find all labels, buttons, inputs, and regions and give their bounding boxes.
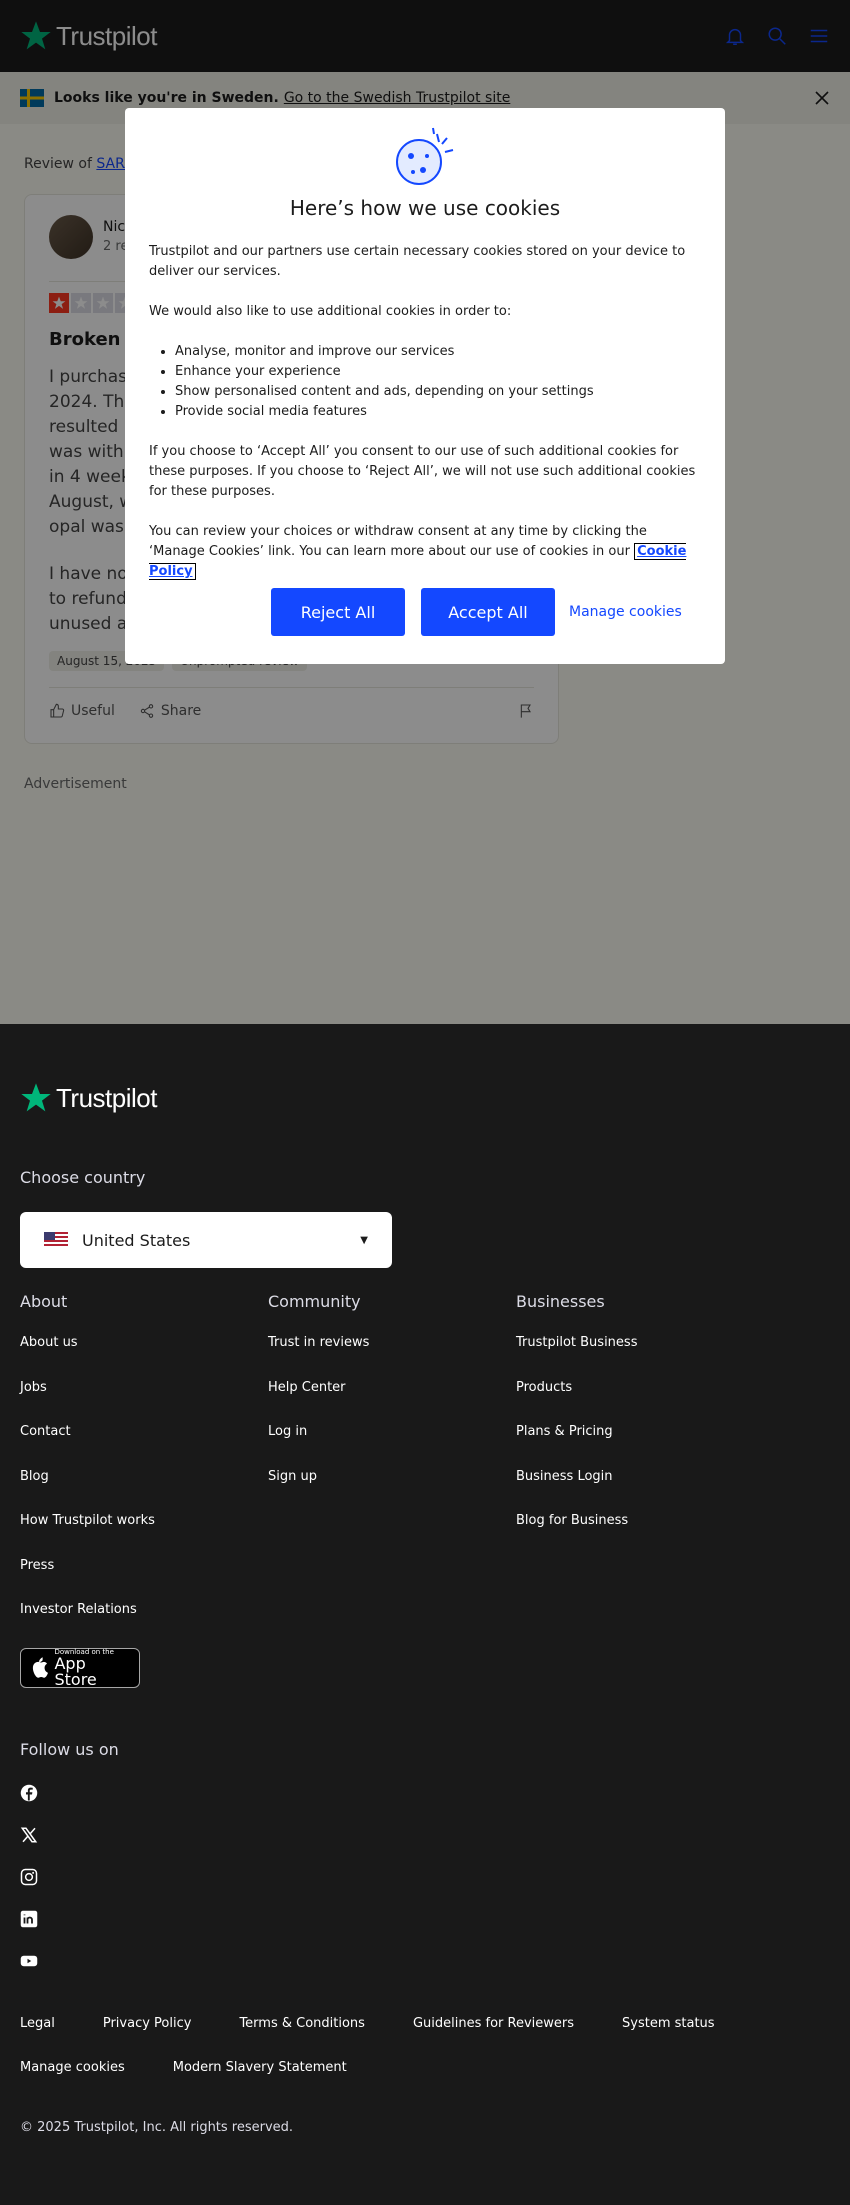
footer-businesses: Businesses Trustpilot Business Products … bbox=[516, 1292, 637, 1558]
footer-link[interactable]: Blog for Business bbox=[516, 1513, 637, 1558]
us-flag-icon bbox=[44, 1232, 68, 1248]
footer-link[interactable]: How Trustpilot works bbox=[20, 1513, 155, 1558]
accept-all-button[interactable]: Accept All bbox=[421, 588, 555, 636]
footer-link[interactable]: Contact bbox=[20, 1424, 155, 1469]
country-select[interactable]: United States ▼ bbox=[20, 1212, 392, 1268]
footer-link[interactable]: Sign up bbox=[268, 1469, 369, 1514]
modal-title: Here’s how we use cookies bbox=[289, 196, 561, 220]
footer-link[interactable]: Guidelines for Reviewers bbox=[413, 2016, 574, 2031]
legal-links-2: Manage cookies Modern Slavery Statement bbox=[20, 2060, 347, 2075]
star-logo-icon bbox=[21, 1083, 51, 1112]
footer-community: Community Trust in reviews Help Center L… bbox=[268, 1292, 369, 1513]
reject-all-button[interactable]: Reject All bbox=[271, 588, 405, 636]
facebook-icon[interactable] bbox=[20, 1784, 38, 1802]
footer-link[interactable]: System status bbox=[622, 2016, 715, 2031]
modal-paragraph: If you choose to ‘Accept All’ you consen… bbox=[149, 444, 696, 499]
instagram-icon[interactable] bbox=[20, 1868, 38, 1886]
list-item: Analyse, monitor and improve our service… bbox=[175, 342, 701, 362]
apple-icon bbox=[32, 1657, 48, 1678]
footer-link[interactable]: Log in bbox=[268, 1424, 369, 1469]
modal-paragraph: You can review your choices or withdraw … bbox=[149, 524, 687, 580]
copyright: © 2025 Trustpilot, Inc. All rights reser… bbox=[20, 2120, 294, 2135]
footer-link[interactable]: Privacy Policy bbox=[103, 2016, 192, 2031]
footer-link[interactable]: Trust in reviews bbox=[268, 1335, 369, 1380]
footer-link[interactable]: Plans & Pricing bbox=[516, 1424, 637, 1469]
footer-link[interactable]: Investor Relations bbox=[20, 1602, 155, 1647]
list-item: Enhance your experience bbox=[175, 362, 701, 382]
x-icon[interactable] bbox=[20, 1826, 38, 1844]
cookie-modal: Here’s how we use cookies Trustpilot and… bbox=[125, 108, 725, 664]
cookie-icon bbox=[396, 127, 454, 185]
footer-link[interactable]: Jobs bbox=[20, 1380, 155, 1425]
modal-paragraph: Trustpilot and our partners use certain … bbox=[149, 244, 686, 279]
app-store-badge[interactable]: Download on the App Store bbox=[20, 1648, 140, 1688]
footer-link[interactable]: Trustpilot Business bbox=[516, 1335, 637, 1380]
footer-link[interactable]: Help Center bbox=[268, 1380, 369, 1425]
footer-link[interactable]: Business Login bbox=[516, 1469, 637, 1514]
footer-link[interactable]: Modern Slavery Statement bbox=[173, 2060, 347, 2075]
site-footer: Trustpilot Choose country United States … bbox=[0, 1024, 850, 2205]
follow-us-label: Follow us on bbox=[20, 1740, 119, 1759]
list-item: Provide social media features bbox=[175, 402, 701, 422]
footer-about: About About us Jobs Contact Blog How Tru… bbox=[20, 1292, 155, 1647]
linkedin-icon[interactable] bbox=[20, 1910, 38, 1928]
footer-link[interactable]: Terms & Conditions bbox=[239, 2016, 365, 2031]
footer-link[interactable]: Press bbox=[20, 1558, 155, 1603]
caret-down-icon: ▼ bbox=[360, 1234, 368, 1246]
manage-cookies-link[interactable]: Manage cookies bbox=[569, 604, 682, 620]
footer-link[interactable]: Legal bbox=[20, 2016, 55, 2031]
footer-link[interactable]: Blog bbox=[20, 1469, 155, 1514]
footer-logo[interactable]: Trustpilot bbox=[20, 1082, 157, 1114]
modal-paragraph: We would also like to use additional coo… bbox=[149, 304, 512, 319]
youtube-icon[interactable] bbox=[20, 1952, 38, 1970]
choose-country-label: Choose country bbox=[20, 1168, 146, 1187]
footer-link[interactable]: Manage cookies bbox=[20, 2060, 125, 2075]
footer-link[interactable]: About us bbox=[20, 1335, 155, 1380]
legal-links: Legal Privacy Policy Terms & Conditions … bbox=[20, 2016, 715, 2031]
footer-link[interactable]: Products bbox=[516, 1380, 637, 1425]
list-item: Show personalised content and ads, depen… bbox=[175, 382, 701, 402]
cookie-purpose-list: Analyse, monitor and improve our service… bbox=[149, 342, 701, 422]
